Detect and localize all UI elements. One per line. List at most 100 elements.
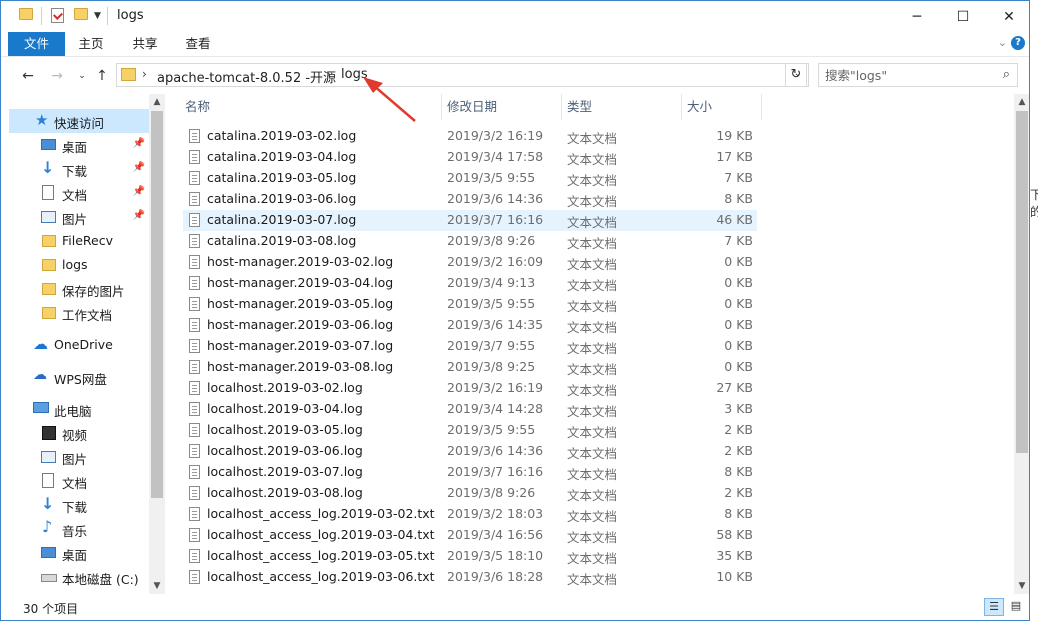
nav-item-label: 文档 [62,476,88,491]
pin-icon[interactable]: 📌 [133,138,145,149]
file-row[interactable]: catalina.2019-03-05.log 2019/3/5 9:55 文本文档… [183,168,757,189]
file-row[interactable]: host-manager.2019-03-02.log 2019/3/2 16:0… [183,252,757,273]
chevron-right-icon[interactable]: › [326,67,331,81]
up-button[interactable]: ↑ [91,65,113,87]
pin-icon[interactable]: 📌 [133,162,145,173]
file-size: 0 KB [724,296,753,311]
file-date: 2019/3/4 14:28 [447,401,544,416]
scroll-up-arrow[interactable]: ▲ [149,94,165,110]
file-row[interactable]: catalina.2019-03-04.log 2019/3/4 17:58 文本文… [183,147,757,168]
scrollbar-thumb[interactable] [151,111,163,498]
pin-icon[interactable]: 📌 [133,186,145,197]
search-input[interactable] [825,66,985,84]
help-icon[interactable]: ? [1011,36,1025,50]
column-divider[interactable] [441,94,442,120]
file-date: 2019/3/2 18:03 [447,506,544,521]
tab-view[interactable]: 查看 [176,32,220,56]
address-bar[interactable]: › apache-tomcat-8.0.52 -开源 › logs ⌄ [116,63,809,87]
nav-item-onedrive[interactable]: ☁ OneDrive [9,333,149,357]
file-row[interactable]: catalina.2019-03-06.log 2019/3/6 14:36 文本文… [183,189,757,210]
file-row[interactable]: localhost_access_log.2019-03-04.txt 2019/… [183,525,757,546]
nav-item-downloads[interactable]: ↓ 下载 📌 [9,157,149,181]
file-row[interactable]: catalina.2019-03-07.log 2019/3/7 16:16 文本文… [183,210,757,231]
pin-icon[interactable]: 📌 [133,210,145,221]
nav-item-label: 此电脑 [54,404,92,419]
file-date: 2019/3/7 16:16 [447,464,544,479]
nav-item-pictures[interactable]: 图片 📌 [9,205,149,229]
nav-item-quick-access[interactable]: ★ 快速访问 [9,109,149,133]
expand-ribbon-icon[interactable]: ⌄ [998,36,1007,49]
minimize-button[interactable]: ─ [894,1,940,32]
file-row[interactable]: host-manager.2019-03-08.log 2019/3/8 9:25… [183,357,757,378]
nav-item-saved-pictures[interactable]: 保存的图片 [9,277,149,301]
scroll-down-arrow[interactable]: ▼ [1014,578,1029,594]
item-count: 30 个项目 [23,602,79,616]
nav-item-logs[interactable]: logs [9,253,149,277]
nav-scrollbar[interactable]: ▲ ▼ [149,94,165,594]
column-header-type[interactable]: 类型 [567,94,592,120]
column-header-date[interactable]: 修改日期 [447,94,497,120]
nav-item-pc-desktop[interactable]: 桌面 [9,541,149,565]
file-row[interactable]: localhost_access_log.2019-03-05.txt 2019/… [183,546,757,567]
column-divider[interactable] [761,94,762,120]
search-box[interactable]: ⌕ [818,63,1018,87]
tab-share[interactable]: 共享 [123,32,167,56]
chevron-right-icon[interactable]: › [142,67,147,81]
column-divider[interactable] [561,94,562,120]
tab-home[interactable]: 主页 [71,32,111,56]
file-type: 文本文档 [567,320,618,335]
file-row[interactable]: localhost.2019-03-08.log 2019/3/8 9:26 文本文… [183,483,757,504]
scrollbar-thumb[interactable] [1016,111,1028,453]
nav-item-pc-pictures[interactable]: 图片 [9,445,149,469]
file-row[interactable]: localhost.2019-03-04.log 2019/3/4 14:28 文本… [183,399,757,420]
scroll-up-arrow[interactable]: ▲ [1014,94,1029,110]
forward-button[interactable]: → [46,65,68,87]
new-folder-icon[interactable] [74,8,88,20]
file-list-scrollbar[interactable]: ▲ ▼ [1014,94,1029,594]
file-row[interactable]: localhost.2019-03-02.log 2019/3/2 16:19 文本… [183,378,757,399]
file-size: 27 KB [716,380,753,395]
details-view-button[interactable]: ☰ [984,598,1004,616]
properties-icon[interactable] [51,8,64,23]
file-row[interactable]: host-manager.2019-03-05.log 2019/3/5 9:55… [183,294,757,315]
breadcrumb-parent[interactable]: apache-tomcat-8.0.52 -开源 [157,67,336,86]
column-divider[interactable] [681,94,682,120]
file-row[interactable]: catalina.2019-03-02.log 2019/3/2 16:19 文本文… [183,126,757,147]
nav-item-documents[interactable]: 文档 📌 [9,181,149,205]
folder-icon [42,259,56,271]
nav-item-wps-cloud[interactable]: ☁ WPS网盘 [9,365,149,389]
file-row[interactable]: catalina.2019-03-08.log 2019/3/8 9:26 文本文档… [183,231,757,252]
large-icons-view-button[interactable]: ▤ [1006,598,1026,616]
file-row[interactable]: host-manager.2019-03-06.log 2019/3/6 14:3… [183,315,757,336]
nav-item-this-pc[interactable]: 此电脑 [9,397,149,421]
file-row[interactable]: localhost.2019-03-05.log 2019/3/5 9:55 文本文… [183,420,757,441]
maximize-button[interactable]: ☐ [940,1,986,32]
nav-item-desktop[interactable]: 桌面 📌 [9,133,149,157]
nav-item-music[interactable]: ♪ 音乐 [9,517,149,541]
customize-toolbar-icon[interactable]: ▼ [94,11,101,21]
file-row[interactable]: host-manager.2019-03-04.log 2019/3/4 9:13… [183,273,757,294]
scroll-down-arrow[interactable]: ▼ [149,578,165,594]
refresh-button[interactable]: ↻ [785,63,807,87]
breadcrumb-current[interactable]: logs [341,67,368,82]
back-button[interactable]: ← [17,65,39,87]
file-row[interactable]: localhost_access_log.2019-03-06.txt 2019/… [183,567,757,588]
file-row[interactable]: localhost_access_log.2019-03-02.txt 2019/… [183,504,757,525]
nav-item-pc-downloads[interactable]: ↓ 下载 [9,493,149,517]
search-icon[interactable]: ⌕ [1003,67,1010,82]
file-row[interactable]: host-manager.2019-03-07.log 2019/3/7 9:55… [183,336,757,357]
close-button[interactable]: ✕ [986,1,1029,32]
nav-item-filerecv[interactable]: FileRecv [9,229,149,253]
nav-item-videos[interactable]: 视频 [9,421,149,445]
text-file-icon [189,528,200,542]
nav-item-pc-documents[interactable]: 文档 [9,469,149,493]
file-row[interactable]: localhost.2019-03-06.log 2019/3/6 14:36 文本… [183,441,757,462]
recent-locations-button[interactable]: ⌄ [71,65,93,87]
file-row[interactable]: localhost.2019-03-07.log 2019/3/7 16:16 文本… [183,462,757,483]
picture-icon [41,211,56,223]
tab-file[interactable]: 文件 [8,32,65,56]
column-header-size[interactable]: 大小 [687,94,712,120]
nav-item-work-docs[interactable]: 工作文档 [9,301,149,325]
column-header-name[interactable]: 名称 [185,94,210,120]
nav-item-local-disk-c[interactable]: 本地磁盘 (C:) [9,565,149,589]
